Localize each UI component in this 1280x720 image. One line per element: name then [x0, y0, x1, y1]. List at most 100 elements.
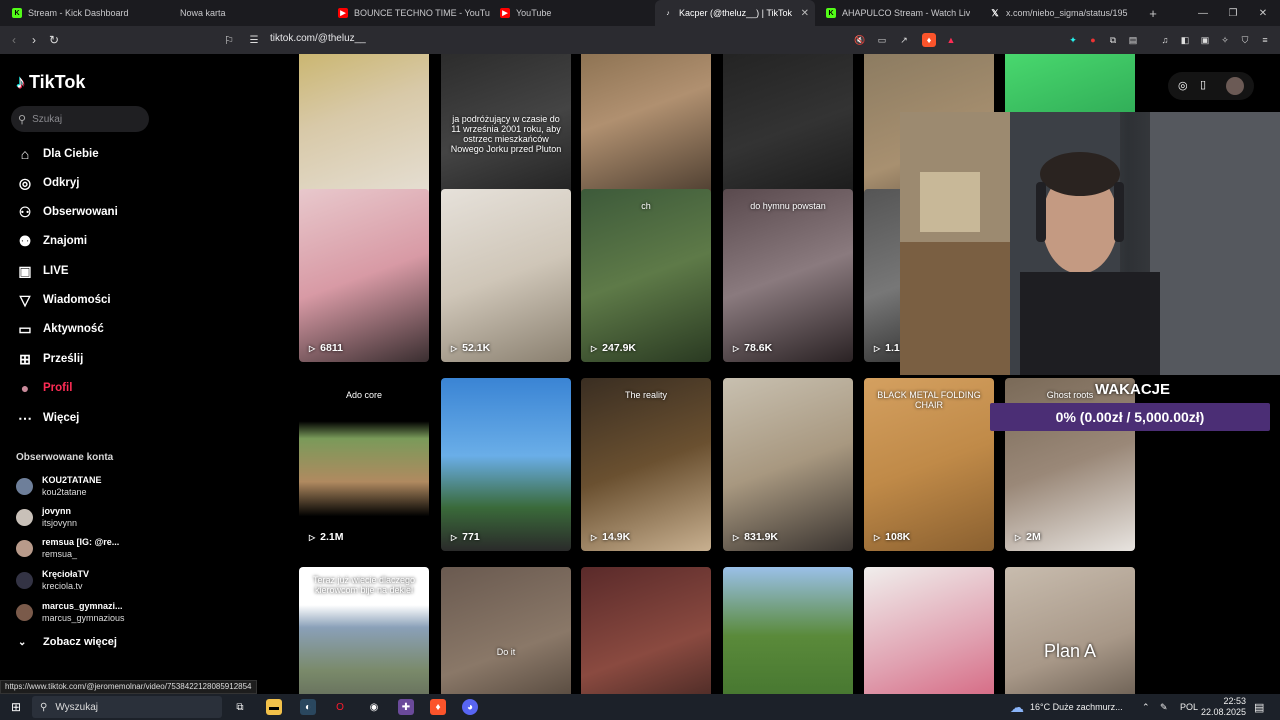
obs-icon[interactable]: ◉ — [366, 699, 382, 715]
see-more-label: Zobacz więcej — [43, 636, 117, 648]
video-card[interactable]: ▷ 831.9K — [723, 378, 853, 551]
tab-tiktok-profile[interactable]: ♪ Kacper (@theluz__) | TikTok ✕ — [655, 0, 815, 26]
menu-label: Aktywność — [43, 323, 104, 335]
tiktok-page: ♪ TikTok ⚲ ⌂ Dla Ciebie ◎ Odkryj ⚇ Obser… — [0, 54, 1280, 694]
video-card[interactable] — [864, 567, 994, 694]
menu-explore[interactable]: ◎ Odkryj — [16, 172, 80, 194]
followed-account[interactable]: KOU2TATANE kou2tatane — [16, 474, 156, 500]
url-field[interactable]: tiktok.com/@theluz__ — [270, 33, 366, 44]
brave-rewards-icon[interactable]: ▲ — [944, 33, 958, 47]
vpn-icon[interactable]: ⛉ — [1238, 33, 1252, 47]
video-card[interactable]: The reality ▷ 14.9K — [581, 378, 711, 551]
app-icon[interactable]: ✚ — [398, 699, 414, 715]
followed-account[interactable]: jovynn itsjovynn — [16, 505, 156, 531]
video-card[interactable]: ch ▷ 247.9K — [581, 189, 711, 362]
address-bar: ‹ › ↻ ⚐ ☰ tiktok.com/@theluz__ 🔇 ▭ ↗ ♦ ▲… — [0, 26, 1280, 54]
tab-new-tab[interactable]: Nowa karta — [166, 0, 326, 26]
activity-icon: ▭ — [18, 320, 32, 337]
maximize-icon[interactable]: ❐ — [1218, 0, 1248, 26]
video-caption: Do it — [496, 647, 516, 657]
bookmark-icon[interactable]: ⚐ — [221, 32, 237, 48]
opera-icon[interactable]: O — [332, 699, 348, 715]
extension-1-icon[interactable]: ✦ — [1066, 33, 1080, 47]
sidebar-icon[interactable]: ◧ — [1178, 33, 1192, 47]
home-icon: ⌂ — [20, 146, 30, 162]
tab-label: YouTube — [516, 8, 552, 18]
menu-messages[interactable]: ▽ Wiadomości — [16, 289, 111, 311]
play-icon: ▷ — [733, 532, 740, 542]
followed-account[interactable]: KręciołaTV kreciola.tv — [16, 568, 156, 594]
forward-icon[interactable]: › — [26, 32, 42, 48]
close-tab-icon[interactable]: ✕ — [801, 8, 809, 19]
cast-icon[interactable]: ▭ — [875, 33, 889, 47]
tab-kick-dashboard[interactable]: K Stream - Kick Dashboard — [4, 0, 164, 26]
file-explorer-icon[interactable]: ▬ — [266, 699, 282, 715]
avatar[interactable] — [1226, 77, 1244, 95]
tab-youtube[interactable]: ▶ YouTube — [492, 0, 652, 26]
video-card[interactable]: Ado core ▷ 2.1M — [299, 378, 429, 551]
menu-live[interactable]: ▣ LIVE — [16, 260, 68, 282]
discord-icon[interactable]: ◕ — [462, 699, 478, 715]
compass-icon[interactable]: ◎ — [1178, 79, 1188, 92]
menu-profile[interactable]: ● Profil — [16, 377, 73, 399]
brave-shield-icon[interactable]: ♦ — [922, 33, 936, 47]
menu-icon[interactable]: ≡ — [1258, 33, 1272, 47]
brave-icon[interactable]: ♦ — [430, 699, 446, 715]
minimize-icon[interactable]: — — [1188, 0, 1218, 26]
task-view-icon[interactable]: ⧉ — [232, 699, 248, 715]
tiktok-logo[interactable]: ♪ TikTok — [16, 72, 85, 93]
search-box[interactable]: ⚲ — [11, 106, 149, 132]
music-icon[interactable]: ♫ — [1158, 33, 1172, 47]
followed-account[interactable]: remsua [IG: @re... remsua_ — [16, 536, 156, 562]
site-settings-icon[interactable]: ☰ — [246, 32, 262, 48]
share-icon[interactable]: ↗ — [897, 33, 911, 47]
video-card[interactable] — [581, 567, 711, 694]
clock[interactable]: 22:53 22.08.2025 — [1200, 694, 1246, 720]
menu-friends[interactable]: ⚉ Znajomi — [16, 230, 87, 252]
wallet-icon[interactable]: ▣ — [1198, 33, 1212, 47]
video-card[interactable]: do hymnu powstan ▷ 78.6K — [723, 189, 853, 362]
tab-ahapulco-stream[interactable]: K AHAPULCO Stream - Watch Live on Kick — [818, 0, 978, 26]
video-card[interactable]: Do it — [441, 567, 571, 694]
video-card[interactable]: Plan A — [1005, 567, 1135, 694]
extensions-icon[interactable]: ⧉ — [1106, 33, 1120, 47]
video-card[interactable]: ▷ 771 — [441, 378, 571, 551]
view-count: ▷ 78.6K — [733, 342, 772, 354]
tray-expand-icon[interactable]: ⌃ — [1142, 694, 1150, 720]
account-handle: remsua_ — [42, 549, 78, 559]
menu-for-you[interactable]: ⌂ Dla Ciebie — [16, 143, 99, 165]
search-input[interactable] — [32, 113, 133, 125]
notifications-icon[interactable]: ▤ — [1254, 694, 1264, 720]
extension-3-icon[interactable]: ▤ — [1126, 33, 1140, 47]
mute-icon[interactable]: 🔇 — [853, 33, 867, 47]
weather-widget[interactable]: ☁ 16°C Duże zachmurz... — [1010, 694, 1123, 720]
video-card[interactable]: BLACK METAL FOLDING CHAIR ▷ 108K — [864, 378, 994, 551]
video-card[interactable] — [723, 567, 853, 694]
pen-icon[interactable]: ✎ — [1160, 694, 1168, 720]
back-icon[interactable]: ‹ — [6, 32, 22, 48]
menu-more[interactable]: ⋯ Więcej — [16, 407, 79, 429]
video-card[interactable]: ▷ 52.1K — [441, 189, 571, 362]
phone-icon[interactable]: ▯ — [1200, 78, 1206, 91]
menu-upload[interactable]: ⊞ Prześlij — [16, 348, 83, 370]
x-icon: 𝕏 — [991, 7, 999, 18]
video-card[interactable]: Teraz już wiecie dlaczego kierowcom bije… — [299, 567, 429, 694]
close-window-icon[interactable]: ✕ — [1248, 0, 1278, 26]
menu-activity[interactable]: ▭ Aktywność — [16, 318, 104, 340]
taskbar-search[interactable]: ⚲ Wyszukaj — [32, 696, 222, 718]
menu-label: Odkryj — [43, 177, 80, 189]
see-more-button[interactable]: ⌄ Zobacz więcej — [18, 636, 117, 648]
language-indicator[interactable]: POL — [1180, 694, 1198, 720]
extension-2-icon[interactable]: ● — [1086, 33, 1100, 47]
new-tab-icon[interactable]: + — [1138, 0, 1168, 26]
tab-x-status[interactable]: 𝕏 x.com/niebo_sigma/status/19589890 — [982, 0, 1137, 26]
leo-icon[interactable]: ✧ — [1218, 33, 1232, 47]
video-card[interactable]: ▷ 6811 — [299, 189, 429, 362]
followed-account[interactable]: marcus_gymnazi... marcus_gymnazious — [16, 600, 156, 626]
menu-label: Dla Ciebie — [43, 148, 99, 160]
windows-start-icon[interactable]: ⊞ — [8, 699, 24, 715]
steam-icon[interactable]: ◐ — [300, 699, 316, 715]
reload-icon[interactable]: ↻ — [46, 32, 62, 48]
tab-bounce-techno[interactable]: ▶ BOUNCE TECHNO TIME - YouTube — [330, 0, 490, 26]
menu-following[interactable]: ⚇ Obserwowani — [16, 201, 118, 223]
